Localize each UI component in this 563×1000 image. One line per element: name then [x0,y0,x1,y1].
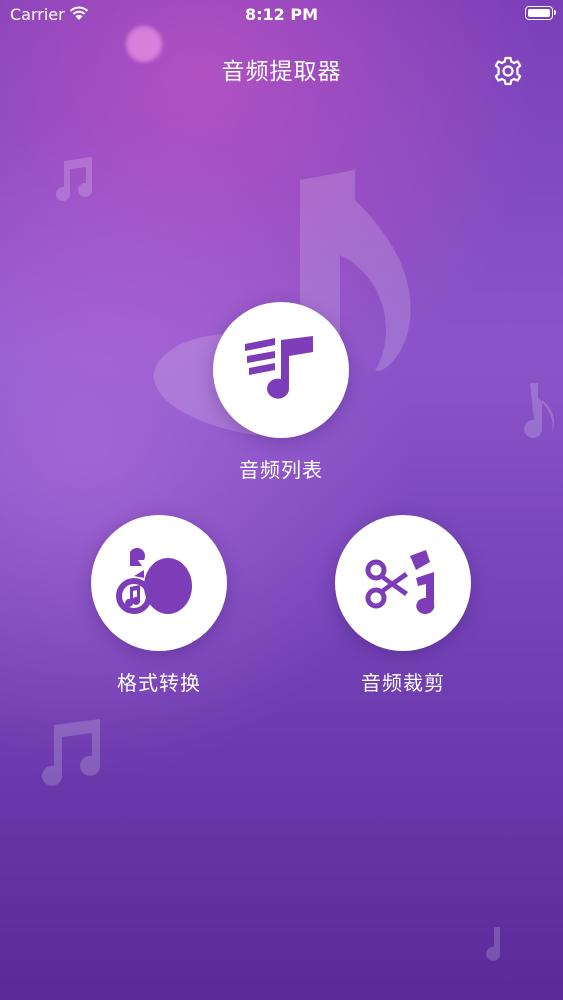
status-bar: Carrier 8:12 PM [0,0,563,30]
battery-icon [525,6,556,20]
music-convert-icon [116,547,192,614]
audio-trim-label: 音频裁剪 [361,671,445,695]
audio-list-button[interactable]: 音频列表 [201,302,361,483]
format-convert-circle[interactable] [91,515,227,651]
music-scissors-icon [365,550,435,614]
format-convert-button[interactable]: 格式转换 [79,515,239,696]
audio-list-circle[interactable] [213,302,349,438]
background-note-icon [56,157,93,201]
audio-list-label: 音频列表 [239,458,323,482]
background-note-icon [486,927,501,961]
background-note-icon [524,383,555,438]
clock-time: 8:12 PM [244,5,318,24]
music-list-icon [245,336,313,399]
audio-trim-circle[interactable] [335,515,471,651]
audio-trim-button[interactable]: 音频裁剪 [323,515,483,696]
gear-icon[interactable] [492,55,524,87]
page-title: 音频提取器 [221,59,342,85]
background-note-icon [42,719,101,786]
format-convert-label: 格式转换 [117,671,201,695]
